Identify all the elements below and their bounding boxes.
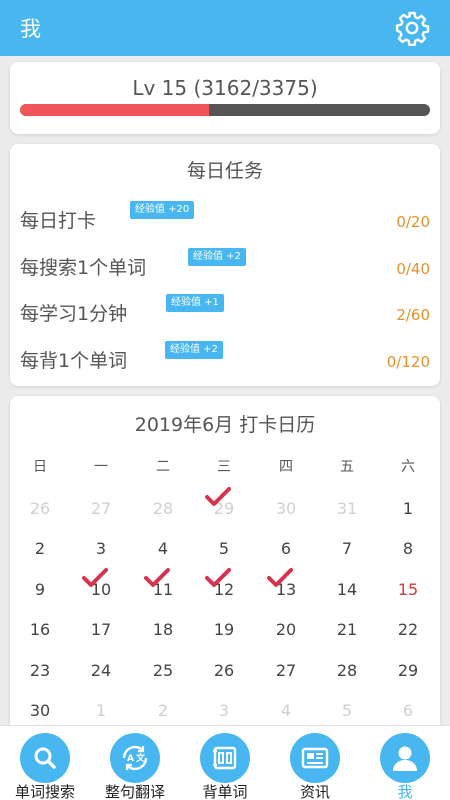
svg-text:A: A <box>127 754 134 764</box>
calendar-day[interactable]: 4 <box>266 701 306 720</box>
calendar-day[interactable]: 8 <box>388 539 428 558</box>
task-name: 每搜索1个单词 <box>20 257 147 279</box>
calendar-day[interactable]: 2 <box>143 701 183 720</box>
calendar-day[interactable]: 26 <box>20 499 60 518</box>
calendar-day[interactable]: 23 <box>20 661 60 680</box>
tab-news[interactable]: 资讯 <box>270 726 360 800</box>
tab-word-search[interactable]: 单词搜索 <box>0 726 90 800</box>
level-card: Lv 15 (3162/3375) <box>10 62 440 134</box>
calendar-day[interactable]: 16 <box>20 620 60 639</box>
calendar-day[interactable]: 24 <box>81 661 121 680</box>
task-name: 每学习1分钟 <box>20 303 128 325</box>
checkmark-icon <box>144 568 170 587</box>
calendar-day[interactable]: 27 <box>266 661 306 680</box>
calendar-day[interactable]: 6 <box>266 539 306 558</box>
checkmark-icon <box>205 487 231 506</box>
task-exp-badge: 经验值 +2 <box>188 248 246 266</box>
calendar-weekday: 五 <box>340 459 354 475</box>
calendar-weekday: 二 <box>156 459 170 475</box>
news-icon <box>290 733 340 783</box>
task-row: 每学习1分钟 经验值 +1 2/60 <box>20 294 430 328</box>
calendar-day[interactable]: 1 <box>81 701 121 720</box>
task-name: 每日打卡 <box>20 210 97 232</box>
person-icon <box>380 733 430 783</box>
calendar-day[interactable]: 30 <box>266 499 306 518</box>
task-row: 每搜索1个单词 经验值 +2 0/40 <box>20 248 430 282</box>
settings-gear-icon[interactable] <box>392 8 432 48</box>
calendar-day[interactable]: 4 <box>143 539 183 558</box>
task-count: 0/20 <box>396 213 430 231</box>
calendar-day[interactable]: 6 <box>388 701 428 720</box>
tab-label: 背单词 <box>202 783 248 800</box>
calendar-day[interactable]: 5 <box>204 539 244 558</box>
calendar-day-today[interactable]: 15 <box>388 580 428 599</box>
task-count: 0/120 <box>386 353 430 371</box>
calendar-weekday: 日 <box>33 459 47 475</box>
calendar-day[interactable]: 14 <box>327 580 367 599</box>
search-icon <box>20 733 70 783</box>
daily-tasks-card: 每日任务 每日打卡 经验值 +20 0/20 每搜索1个单词 经验值 +2 0/… <box>10 144 440 386</box>
calendar-day[interactable]: 26 <box>204 661 244 680</box>
calendar-day[interactable]: 25 <box>143 661 183 680</box>
bottom-tab-bar: 单词搜索 A 文 整句翻译 背单词 资讯 我 <box>0 725 450 800</box>
task-count: 2/60 <box>396 306 430 324</box>
daily-tasks-title: 每日任务 <box>186 160 263 182</box>
task-row: 每背1个单词 经验值 +2 0/120 <box>20 341 430 375</box>
task-exp-badge: 经验值 +1 <box>166 294 224 312</box>
calendar-day[interactable]: 3 <box>204 701 244 720</box>
tab-memorize[interactable]: 背单词 <box>180 726 270 800</box>
calendar-day[interactable]: 28 <box>327 661 367 680</box>
calendar-day[interactable]: 7 <box>327 539 367 558</box>
calendar-weekday: 一 <box>94 459 108 475</box>
checkin-calendar-card: 2019年6月 打卡日历 日一二三四五六 26 27 28 29 30 31 1 2 3 4 5 6 7 8… <box>10 396 440 736</box>
calendar-day[interactable]: 3 <box>81 539 121 558</box>
tab-me[interactable]: 我 <box>360 726 450 800</box>
tab-label: 资讯 <box>299 783 330 800</box>
checkmark-icon <box>267 568 293 587</box>
task-name: 每背1个单词 <box>20 350 128 372</box>
app-header: 我 <box>0 0 450 56</box>
calendar-day[interactable]: 18 <box>143 620 183 639</box>
calendar-day[interactable]: 20 <box>266 620 306 639</box>
calendar-weekday: 三 <box>217 459 231 475</box>
calendar-title: 2019年6月 打卡日历 <box>134 414 316 436</box>
tab-label: 单词搜索 <box>14 783 75 800</box>
tab-label: 我 <box>397 783 413 800</box>
level-progress-fill <box>20 104 209 116</box>
calendar-day[interactable]: 2 <box>20 539 60 558</box>
calendar-day[interactable]: 5 <box>327 701 367 720</box>
task-row: 每日打卡 经验值 +20 0/20 <box>20 201 430 235</box>
level-text: Lv 15 (3162/3375) <box>132 76 318 100</box>
tab-label: 整句翻译 <box>104 783 165 800</box>
book-icon <box>200 733 250 783</box>
level-progress-bar <box>20 104 430 116</box>
calendar-day[interactable]: 21 <box>327 620 367 639</box>
calendar-day[interactable]: 28 <box>143 499 183 518</box>
translate-icon: A 文 <box>110 733 160 783</box>
page-title: 我 <box>20 17 41 41</box>
calendar-day[interactable]: 22 <box>388 620 428 639</box>
task-count: 0/40 <box>396 260 430 278</box>
calendar-day[interactable]: 30 <box>20 701 60 720</box>
task-exp-badge: 经验值 +2 <box>165 341 223 359</box>
checkmark-icon <box>82 568 108 587</box>
calendar-day[interactable]: 19 <box>204 620 244 639</box>
calendar-day[interactable]: 27 <box>81 499 121 518</box>
svg-text:文: 文 <box>135 752 146 764</box>
calendar-weekday: 六 <box>401 459 415 475</box>
task-exp-badge: 经验值 +20 <box>130 201 195 219</box>
calendar-day[interactable]: 1 <box>388 499 428 518</box>
calendar-weekday: 四 <box>279 459 293 475</box>
checkmark-icon <box>205 568 231 587</box>
calendar-day[interactable]: 9 <box>20 580 60 599</box>
calendar-day[interactable]: 31 <box>327 499 367 518</box>
tab-sentence-translate[interactable]: A 文 整句翻译 <box>90 726 180 800</box>
calendar-day[interactable]: 29 <box>388 661 428 680</box>
calendar-day[interactable]: 17 <box>81 620 121 639</box>
